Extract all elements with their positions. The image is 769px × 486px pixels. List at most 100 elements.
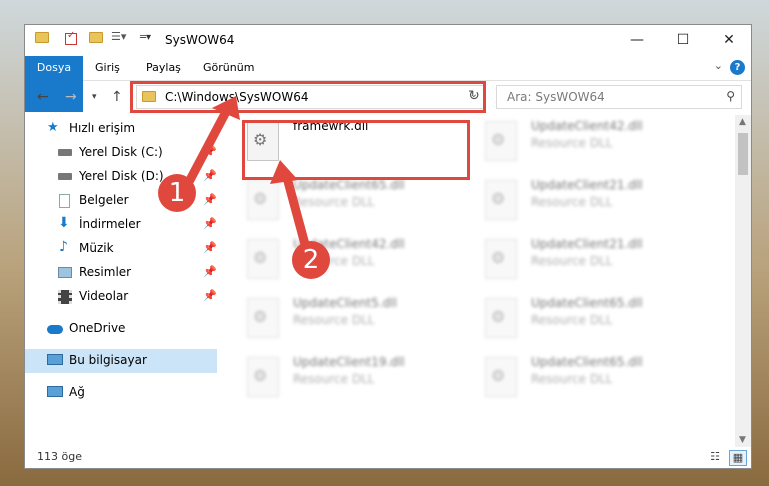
nav-item-videos[interactable]: Videolar 📌 [25,285,217,309]
file-item[interactable]: ⚙ UpdateClient65.dll Resource DLL [479,292,699,348]
nav-network[interactable]: Ağ [25,381,217,405]
callout-2: 2 [292,241,330,279]
nav-item-music[interactable]: ♪ Müzik 📌 [25,237,217,261]
folder-icon [35,32,49,46]
scroll-thumb[interactable] [738,133,748,175]
nav-item-label: Yerel Disk (C:) [79,145,163,159]
nav-this-pc-label: Bu bilgisayar [69,353,147,367]
pin-icon: 📌 [203,169,217,182]
network-icon [47,386,63,397]
nav-item-pictures[interactable]: Resimler 📌 [25,261,217,285]
dll-file-icon: ⚙ [485,121,517,161]
file-type: Resource DLL [531,313,613,327]
quick-access-dropdown-icon[interactable]: ═▾ [140,32,154,46]
dll-file-icon: ⚙ [485,180,517,220]
vertical-scrollbar[interactable]: ▲ ▼ [735,115,751,447]
nav-item-label: Yerel Disk (D:) [79,169,164,183]
scroll-up-icon[interactable]: ▲ [739,117,746,127]
address-bar-highlight [130,81,486,113]
item-count: 113 öge [37,450,82,463]
file-type: Resource DLL [293,195,375,209]
tab-share[interactable]: Paylaş [146,56,181,80]
pin-icon: 📌 [203,193,217,206]
file-type: Resource DLL [531,372,613,386]
nav-item-label: Resimler [79,265,132,279]
videos-icon [58,290,72,304]
drive-icon [58,173,72,180]
navigation-pane: ★ Hızlı erişim Yerel Disk (C:) 📌 Yerel D… [25,115,219,445]
ribbon-expand-icon[interactable]: ⌄ [714,59,723,72]
nav-network-label: Ağ [69,385,85,399]
file-name: UpdateClient42.dll [531,119,643,133]
drive-icon [58,149,72,156]
window-title: SysWOW64 [165,33,235,47]
nav-this-pc[interactable]: Bu bilgisayar [25,349,217,373]
nav-item-drive-c[interactable]: Yerel Disk (C:) 📌 [25,141,217,165]
file-name: UpdateClient65.dll [531,296,643,310]
file-highlight [242,120,470,180]
dll-file-icon: ⚙ [247,239,279,279]
pictures-icon [58,267,72,278]
pin-icon: 📌 [203,217,217,230]
cloud-icon [47,325,63,334]
customize-toolbar-icon[interactable]: ☰▾ [111,30,126,44]
title-bar: ✓ ☰▾ ═▾ SysWOW64 — ☐ ✕ [25,25,751,56]
dll-file-icon: ⚙ [485,357,517,397]
file-type: Resource DLL [293,372,375,386]
nav-item-label: Videolar [79,289,129,303]
file-item[interactable]: ⚙ UpdateClient42.dll Resource DLL [479,115,699,171]
file-type: Resource DLL [531,136,613,150]
nav-onedrive-label: OneDrive [69,321,126,335]
up-icon[interactable]: ↑ [111,89,123,105]
search-placeholder: Ara: SysWOW64 [507,90,605,104]
tab-view[interactable]: Görünüm [203,56,254,80]
file-type: Resource DLL [531,254,613,268]
callout-1: 1 [158,174,196,212]
nav-quick-access-label: Hızlı erişim [69,121,136,135]
documents-icon [59,194,70,208]
file-item[interactable]: ⚙ UpdateClient21.dll Resource DLL [479,174,699,230]
minimize-button[interactable]: — [614,25,660,56]
maximize-button[interactable]: ☐ [660,25,706,56]
large-icons-view-icon[interactable]: ▦ [729,450,747,466]
pin-icon: 📌 [203,241,217,254]
pin-icon: 📌 [203,289,217,302]
dll-file-icon: ⚙ [485,239,517,279]
nav-item-label: Belgeler [79,193,129,207]
close-button[interactable]: ✕ [706,25,751,56]
file-item[interactable]: ⚙ UpdateClient19.dll Resource DLL [241,351,461,407]
file-item[interactable]: ⚙ UpdateClient42.dll Resource DLL [241,233,461,289]
file-type: Resource DLL [531,195,613,209]
downloads-icon: ⬇ [58,215,70,231]
file-name: UpdateClient65.dll [293,178,405,192]
nav-item-label: Müzik [79,241,114,255]
tab-home[interactable]: Giriş [95,56,120,80]
file-item[interactable]: ⚙ UpdateClient5.dll Resource DLL [241,292,461,348]
dll-file-icon: ⚙ [247,180,279,220]
recent-locations-icon[interactable]: ▾ [92,92,97,102]
details-view-icon[interactable]: ☷ [707,450,723,464]
file-item[interactable]: ⚙ UpdateClient65.dll Resource DLL [241,174,461,230]
nav-quick-access[interactable]: ★ Hızlı erişim [25,117,217,141]
properties-icon[interactable]: ✓ [65,30,77,45]
computer-icon [47,354,63,365]
search-input[interactable]: Ara: SysWOW64 ⚲ [496,85,742,109]
star-icon: ★ [47,120,59,135]
back-icon[interactable]: ← [37,89,49,105]
help-icon[interactable]: ? [730,60,745,75]
nav-item-label: İndirmeler [79,217,141,231]
file-type: Resource DLL [293,313,375,327]
search-icon[interactable]: ⚲ [726,89,735,103]
dll-file-icon: ⚙ [247,357,279,397]
dll-file-icon: ⚙ [247,298,279,338]
nav-item-downloads[interactable]: ⬇ İndirmeler 📌 [25,213,217,237]
file-name: UpdateClient21.dll [531,237,643,251]
file-name: UpdateClient5.dll [293,296,397,310]
forward-icon[interactable]: → [65,89,77,105]
pin-icon: 📌 [203,145,217,158]
scroll-down-icon[interactable]: ▼ [739,435,746,445]
new-folder-icon[interactable] [89,32,103,46]
file-item[interactable]: ⚙ UpdateClient65.dll Resource DLL [479,351,699,407]
file-item[interactable]: ⚙ UpdateClient21.dll Resource DLL [479,233,699,289]
nav-onedrive[interactable]: OneDrive [25,317,217,341]
